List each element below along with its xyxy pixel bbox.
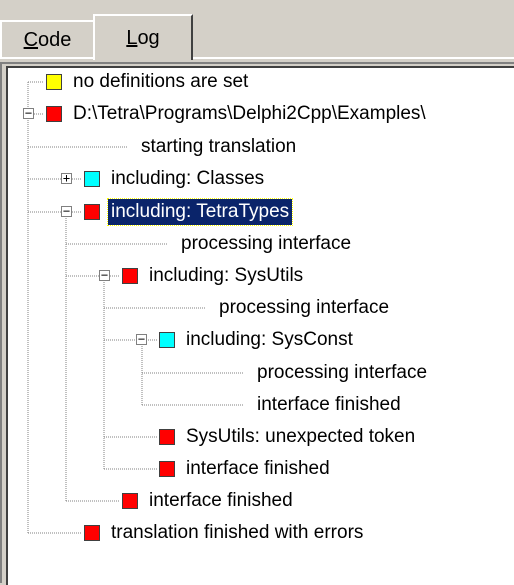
- red-square-icon: [84, 204, 100, 220]
- tree-node-label: no definitions are set: [73, 71, 249, 92]
- tree-node[interactable]: D:\Tetra\Programs\Delphi2Cpp\Examples\: [46, 99, 429, 129]
- tree-node-label: processing interface: [181, 233, 352, 254]
- tree-node[interactable]: including: Classes: [84, 164, 267, 194]
- tree-node[interactable]: including: SysConst: [159, 325, 356, 355]
- tab-log[interactable]: Log: [93, 14, 193, 60]
- tree-node[interactable]: translation finished with errors: [84, 518, 366, 548]
- yellow-square-icon: [46, 74, 62, 90]
- tree-node-label: including: SysConst: [186, 329, 353, 350]
- red-square-icon: [159, 461, 175, 477]
- tree-node[interactable]: interface finished: [246, 390, 404, 420]
- collapse-icon[interactable]: −: [23, 107, 34, 119]
- tree-node[interactable]: processing interface: [246, 358, 430, 388]
- tab-divider: [0, 57, 514, 59]
- tree-node-label: processing interface: [219, 297, 390, 318]
- tree-node[interactable]: including: TetraTypes: [84, 197, 294, 227]
- tree-node-label: D:\Tetra\Programs\Delphi2Cpp\Examples\: [73, 103, 426, 124]
- tree-node-label: including: Classes: [111, 168, 265, 189]
- tree-node[interactable]: processing interface: [208, 293, 392, 323]
- red-square-icon: [122, 268, 138, 284]
- red-square-icon: [122, 493, 138, 509]
- tab-log-hotkey: L: [126, 26, 138, 49]
- tree-node[interactable]: SysUtils: unexpected token: [159, 422, 418, 452]
- tree-node[interactable]: starting translation: [130, 132, 299, 162]
- tree-node-label: starting translation: [141, 136, 297, 157]
- tab-divider-gap: [95, 57, 191, 59]
- tree-node[interactable]: no definitions are set: [46, 68, 251, 97]
- red-square-icon: [84, 525, 100, 541]
- log-tree[interactable]: no definitions are set D:\Tetra\Programs\…: [6, 66, 514, 585]
- cyan-square-icon: [84, 171, 100, 187]
- red-square-icon: [159, 429, 175, 445]
- tree-node-label: translation finished with errors: [111, 522, 364, 543]
- tab-strip: Code Log: [0, 0, 514, 60]
- tree-node-label: processing interface: [257, 362, 428, 383]
- tree-node[interactable]: interface finished: [159, 454, 333, 484]
- tree-node-label: interface finished: [257, 394, 401, 415]
- tree-node[interactable]: including: SysUtils: [122, 261, 306, 291]
- expand-icon[interactable]: +: [61, 172, 72, 184]
- tree-node-label: interface finished: [149, 490, 293, 511]
- tree-node-label: SysUtils: unexpected token: [186, 426, 416, 447]
- tree-node[interactable]: interface finished: [122, 486, 296, 516]
- tree-node[interactable]: processing interface: [170, 229, 354, 259]
- red-square-icon: [46, 106, 62, 122]
- tree-node-label: including: TetraTypes: [106, 198, 294, 226]
- tree-node-label: including: SysUtils: [149, 265, 304, 286]
- collapse-icon[interactable]: −: [99, 269, 110, 281]
- cyan-square-icon: [159, 332, 175, 348]
- tree-node-label: interface finished: [186, 458, 330, 479]
- tab-code[interactable]: Code: [0, 20, 95, 58]
- collapse-icon[interactable]: −: [61, 205, 72, 217]
- tab-code-label: ode: [38, 28, 72, 51]
- tab-log-label: og: [137, 26, 160, 49]
- tab-code-hotkey: C: [23, 28, 39, 51]
- collapse-icon[interactable]: −: [136, 333, 147, 345]
